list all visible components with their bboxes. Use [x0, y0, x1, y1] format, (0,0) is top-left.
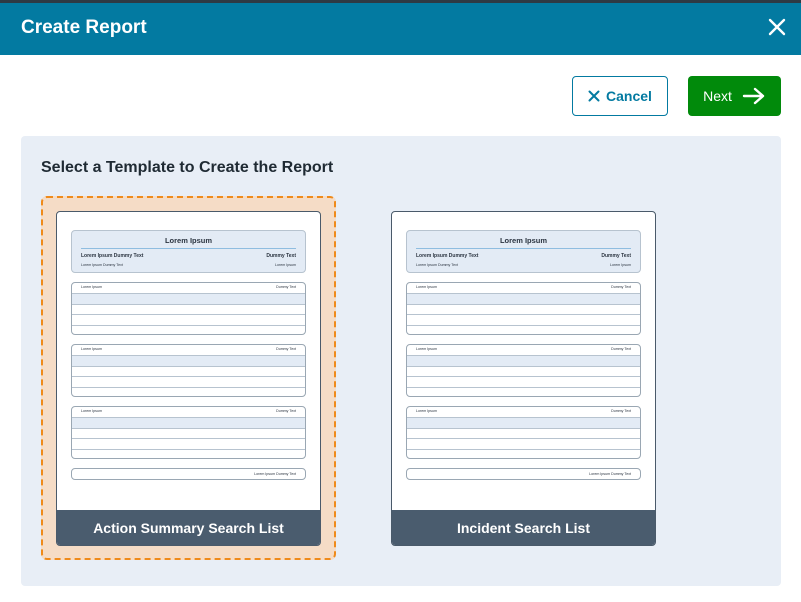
preview-meta-left: Lorem Ipsum Dummy Text — [81, 263, 123, 267]
preview-table: Lorem Ipsum Dummy Text — [406, 282, 641, 335]
preview-header: Lorem Ipsum Lorem Ipsum Dummy Text Dummy… — [71, 230, 306, 273]
dialog-title: Create Report — [21, 17, 147, 38]
template-preview: Lorem Ipsum Lorem Ipsum Dummy Text Dummy… — [71, 230, 306, 480]
next-button[interactable]: Next — [688, 76, 781, 116]
preview-footer: Lorem Ipsum Dummy Text — [71, 468, 306, 480]
preview-meta-right: Lorem Ipsum — [610, 263, 631, 267]
preview-header: Lorem Ipsum Lorem Ipsum Dummy Text Dummy… — [406, 230, 641, 273]
preview-table-header-right: Dummy Text — [276, 409, 296, 413]
preview-table: Lorem Ipsum Dummy Text — [71, 344, 306, 397]
template-card-incident[interactable]: Lorem Ipsum Lorem Ipsum Dummy Text Dummy… — [391, 211, 656, 546]
preview-table: Lorem Ipsum Dummy Text — [71, 406, 306, 459]
preview-table-header-left: Lorem Ipsum — [81, 409, 102, 413]
preview-table: Lorem Ipsum Dummy Text — [406, 344, 641, 397]
next-button-label: Next — [703, 88, 732, 104]
preview-subtitle-left: Lorem Ipsum Dummy Text — [81, 253, 144, 259]
preview-footer-text: Lorem Ipsum Dummy Text — [254, 472, 296, 476]
template-card-action-summary[interactable]: Lorem Ipsum Lorem Ipsum Dummy Text Dummy… — [56, 211, 321, 546]
preview-table-header-left: Lorem Ipsum — [416, 347, 437, 351]
preview-table-header-right: Dummy Text — [276, 285, 296, 289]
panel-heading: Select a Template to Create the Report — [41, 159, 334, 176]
preview-table-header-left: Lorem Ipsum — [416, 409, 437, 413]
preview-table-header-right: Dummy Text — [276, 347, 296, 351]
preview-table: Lorem Ipsum Dummy Text — [406, 406, 641, 459]
preview-footer: Lorem Ipsum Dummy Text — [406, 468, 641, 480]
cancel-button[interactable]: Cancel — [572, 76, 668, 116]
preview-table-header-left: Lorem Ipsum — [81, 285, 102, 289]
close-icon[interactable] — [766, 16, 788, 38]
preview-footer-text: Lorem Ipsum Dummy Text — [589, 472, 631, 476]
template-preview: Lorem Ipsum Lorem Ipsum Dummy Text Dummy… — [406, 230, 641, 480]
preview-subtitle-right: Dummy Text — [266, 253, 296, 259]
preview-table-header-right: Dummy Text — [611, 285, 631, 289]
preview-table-header-left: Lorem Ipsum — [81, 347, 102, 351]
cancel-button-label: Cancel — [606, 88, 652, 104]
arrow-right-icon — [742, 87, 765, 105]
preview-table-header-right: Dummy Text — [611, 409, 631, 413]
preview-subtitle-right: Dummy Text — [601, 253, 631, 259]
preview-table-header-right: Dummy Text — [611, 347, 631, 351]
create-report-dialog: Create Report Cancel Next Select a Templ… — [0, 0, 801, 602]
template-card-label: Incident Search List — [392, 510, 655, 545]
preview-table-header-left: Lorem Ipsum — [416, 285, 437, 289]
preview-title: Lorem Ipsum — [499, 236, 548, 245]
preview-title: Lorem Ipsum — [164, 236, 213, 245]
preview-table: Lorem Ipsum Dummy Text — [71, 282, 306, 335]
dialog-titlebar: Create Report — [0, 0, 801, 55]
preview-meta-right: Lorem Ipsum — [275, 263, 296, 267]
close-icon — [588, 90, 600, 102]
template-card-label: Action Summary Search List — [57, 510, 320, 545]
template-panel: Select a Template to Create the Report L… — [21, 136, 781, 586]
preview-subtitle-left: Lorem Ipsum Dummy Text — [416, 253, 479, 259]
preview-meta-left: Lorem Ipsum Dummy Text — [416, 263, 458, 267]
